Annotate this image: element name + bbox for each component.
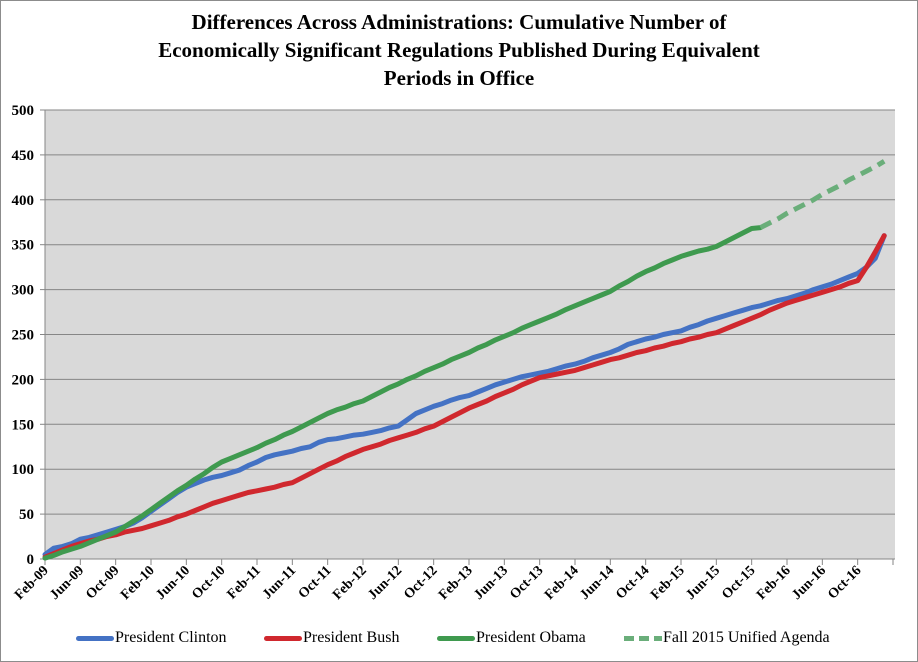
y-tick-label: 500 bbox=[12, 103, 35, 119]
y-tick-label: 200 bbox=[12, 372, 35, 388]
legend-swatch-obama bbox=[437, 635, 475, 641]
legend-item-obama: President Obama bbox=[437, 627, 586, 649]
x-tick-label: Jun-10 bbox=[153, 563, 193, 603]
legend-label: Fall 2015 Unified Agenda bbox=[663, 629, 830, 646]
x-tick-label: Jun-15 bbox=[683, 563, 723, 603]
x-tick-label: Feb-13 bbox=[436, 563, 476, 603]
y-tick-label: 50 bbox=[19, 507, 34, 523]
legend-label: President Bush bbox=[303, 629, 400, 646]
x-tick-label: Jun-09 bbox=[47, 563, 87, 603]
legend-item-bush: President Bush bbox=[264, 627, 399, 649]
y-tick-label: 450 bbox=[12, 148, 35, 164]
y-tick-label: 300 bbox=[12, 283, 35, 299]
x-tick-label: Oct-14 bbox=[613, 563, 652, 602]
y-tick-label: 250 bbox=[12, 328, 35, 344]
x-tick-label: Jun-11 bbox=[260, 563, 299, 602]
legend: President Clinton President Bush Preside… bbox=[0, 627, 918, 649]
x-tick-label: Oct-13 bbox=[507, 563, 546, 602]
x-tick-label: Feb-12 bbox=[330, 563, 370, 603]
x-tick-label: Feb-14 bbox=[542, 563, 582, 603]
x-tick-label: Oct-09 bbox=[83, 563, 122, 602]
legend-swatch-bush bbox=[264, 635, 302, 641]
y-tick-label: 150 bbox=[12, 417, 35, 433]
x-tick-label: Feb-10 bbox=[118, 563, 158, 603]
x-tick-label: Oct-11 bbox=[296, 563, 335, 602]
x-tick-label: Oct-10 bbox=[189, 563, 228, 602]
y-tick-label: 400 bbox=[12, 193, 35, 209]
x-tick-label: Oct-15 bbox=[719, 563, 758, 602]
legend-item-unified-agenda: Fall 2015 Unified Agenda bbox=[624, 627, 830, 649]
x-tick-label: Jun-16 bbox=[789, 563, 829, 603]
legend-label: President Clinton bbox=[115, 629, 227, 646]
x-tick-label: Jun-14 bbox=[577, 563, 617, 603]
x-tick-label: Jun-12 bbox=[365, 563, 405, 603]
legend-label: President Obama bbox=[476, 629, 586, 646]
x-axis: Feb-09Jun-09Oct-09Feb-10Jun-10Oct-10Feb-… bbox=[12, 558, 895, 603]
x-tick-label: Oct-16 bbox=[825, 563, 864, 602]
legend-swatch-clinton bbox=[76, 635, 114, 641]
x-tick-label: Jun-13 bbox=[471, 563, 511, 603]
legend-swatch-unified-agenda bbox=[624, 635, 662, 641]
y-tick-label: 0 bbox=[27, 552, 35, 568]
y-tick-label: 100 bbox=[12, 462, 35, 478]
legend-item-clinton: President Clinton bbox=[76, 627, 227, 649]
x-tick-label: Feb-16 bbox=[754, 563, 794, 603]
x-tick-label: Oct-12 bbox=[401, 563, 440, 602]
x-tick-label: Feb-09 bbox=[12, 563, 52, 603]
y-tick-label: 350 bbox=[12, 238, 35, 254]
x-tick-label: Feb-15 bbox=[648, 563, 688, 603]
y-axis-ticks: 0 50 100 150 200 250 300 350 400 450 500 bbox=[12, 103, 46, 568]
line-chart: 050100150200250300350400450500 Feb-09Jun… bbox=[12, 103, 895, 603]
x-tick-label: Feb-11 bbox=[225, 563, 264, 602]
